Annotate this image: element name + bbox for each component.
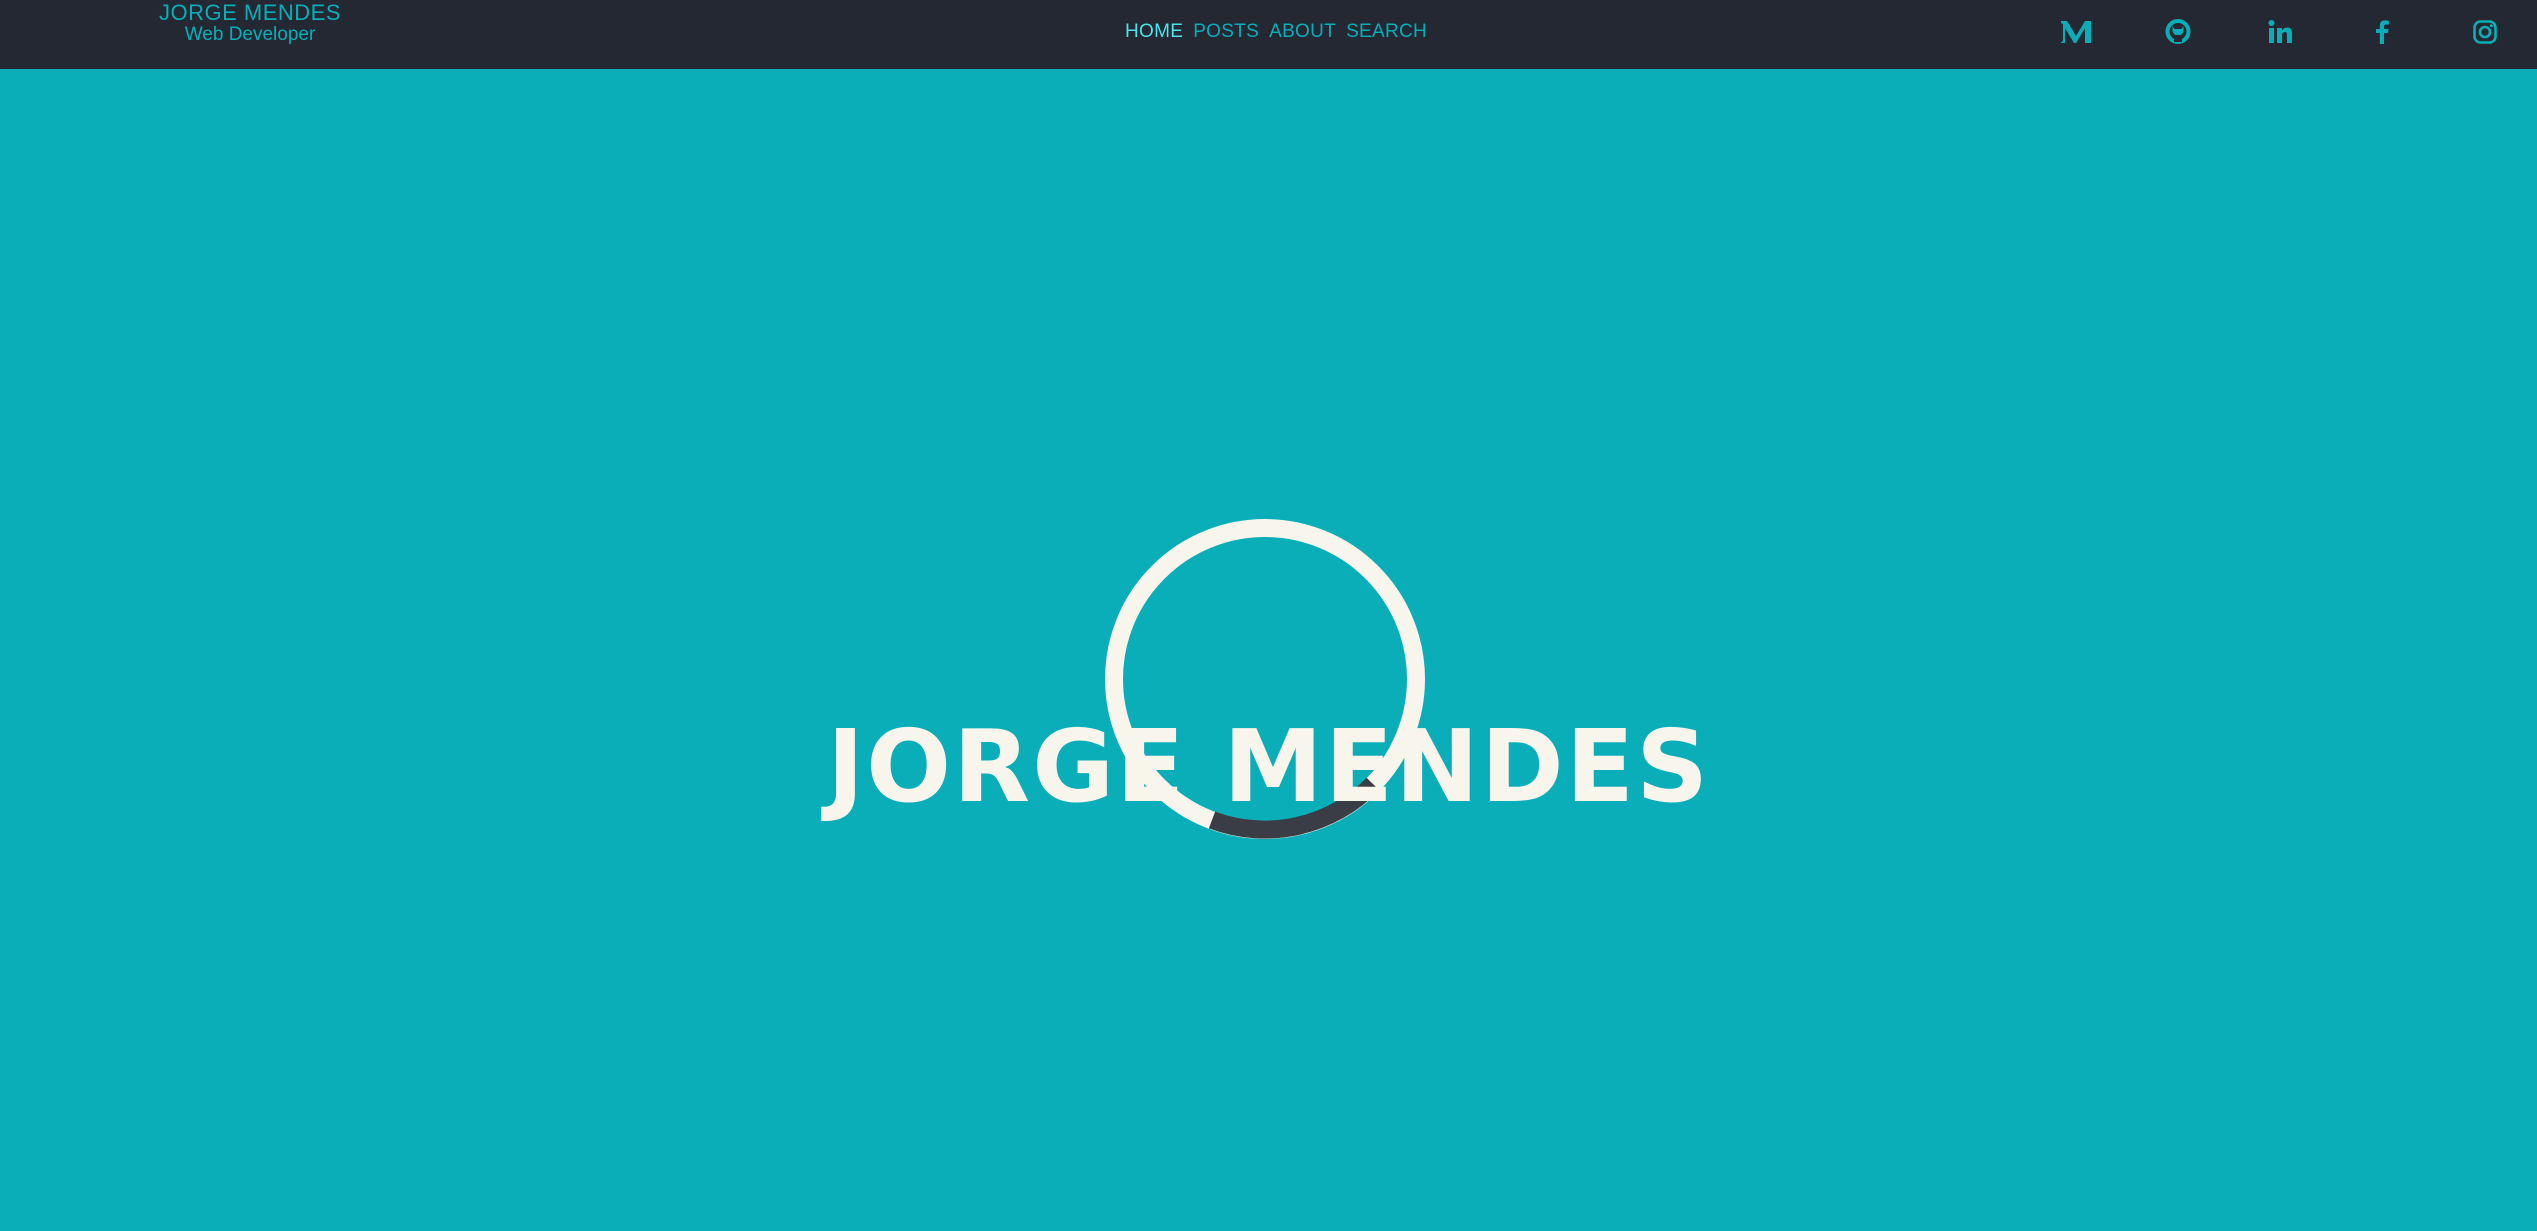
instagram-link[interactable] <box>2465 14 2505 50</box>
brand-name[interactable]: JORGE MENDES <box>140 2 360 24</box>
medium-link[interactable] <box>2056 14 2096 50</box>
main-nav: HOME POSTS ABOUT SEARCH <box>1125 20 1427 44</box>
nav-posts[interactable]: POSTS <box>1193 20 1259 44</box>
hero-section: JORGE MENDES <box>0 69 2537 1231</box>
site-brand[interactable]: JORGE MENDES Web Developer <box>140 2 360 45</box>
github-icon <box>2164 18 2192 46</box>
github-link[interactable] <box>2158 14 2198 50</box>
facebook-icon <box>2374 19 2390 45</box>
linkedin-icon <box>2267 19 2293 45</box>
facebook-link[interactable] <box>2362 14 2402 50</box>
nav-search[interactable]: SEARCH <box>1346 20 1427 44</box>
nav-about[interactable]: ABOUT <box>1269 20 1336 44</box>
brand-subtitle: Web Developer <box>184 24 316 45</box>
linkedin-link[interactable] <box>2260 14 2300 50</box>
top-navbar: JORGE MENDES Web Developer HOME POSTS AB… <box>0 0 2537 69</box>
hero-title: JORGE MENDES <box>826 708 1711 825</box>
nav-home[interactable]: HOME <box>1125 20 1183 44</box>
medium-icon <box>2060 19 2092 45</box>
instagram-icon <box>2472 19 2498 45</box>
